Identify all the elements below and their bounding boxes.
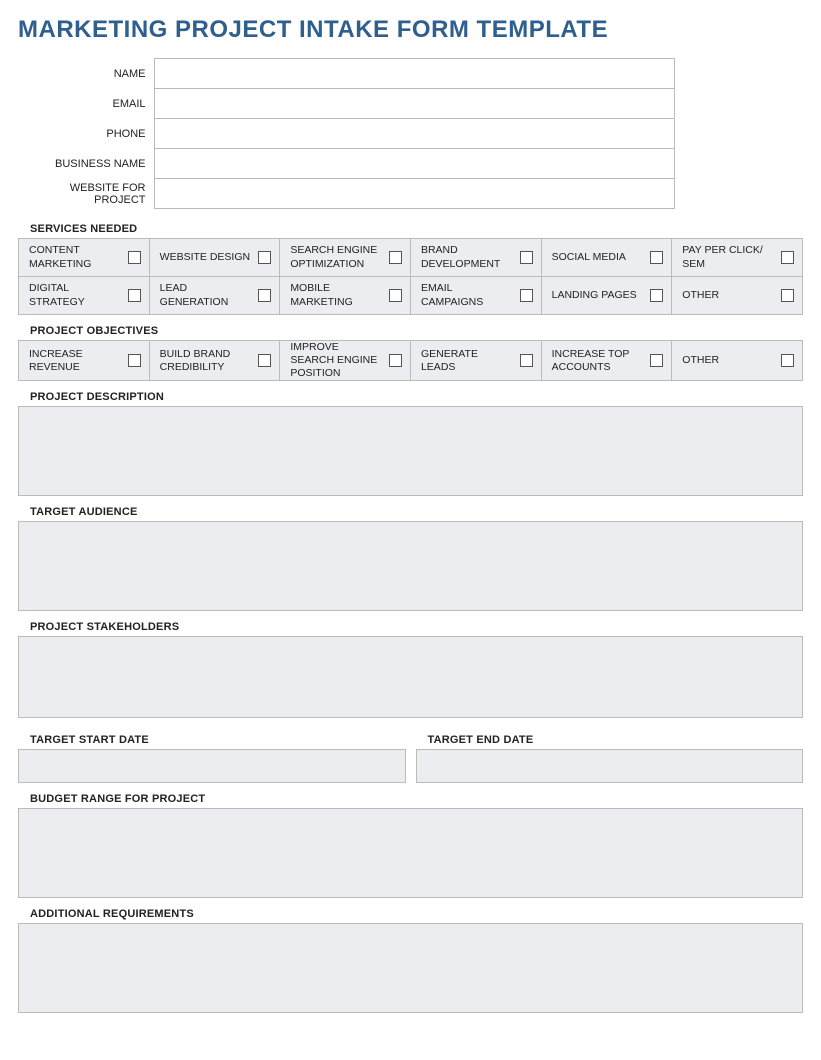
objective-cell: INCREASE REVENUE bbox=[19, 341, 150, 381]
checkbox[interactable] bbox=[520, 251, 533, 264]
services-heading: SERVICES NEEDED bbox=[30, 223, 803, 235]
checkbox[interactable] bbox=[128, 354, 141, 367]
checkbox[interactable] bbox=[520, 289, 533, 302]
services-grid: CONTENT MARKETING WEBSITE DESIGN SEARCH … bbox=[18, 238, 803, 315]
checkbox[interactable] bbox=[389, 354, 402, 367]
input-website[interactable] bbox=[154, 179, 674, 209]
objective-label: GENERATE LEADS bbox=[421, 348, 514, 374]
spacer bbox=[674, 59, 803, 89]
objective-label: INCREASE TOP ACCOUNTS bbox=[552, 348, 645, 374]
service-label: PAY PER CLICK/ SEM bbox=[682, 244, 775, 270]
service-cell: LANDING PAGES bbox=[541, 277, 672, 315]
service-label: DIGITAL STRATEGY bbox=[29, 282, 122, 308]
input-phone[interactable] bbox=[154, 119, 674, 149]
checkbox[interactable] bbox=[128, 251, 141, 264]
service-cell: MOBILE MARKETING bbox=[280, 277, 411, 315]
checkbox[interactable] bbox=[650, 289, 663, 302]
checkbox[interactable] bbox=[781, 354, 794, 367]
spacer bbox=[674, 179, 803, 209]
budget-input[interactable] bbox=[18, 808, 803, 898]
service-cell: PAY PER CLICK/ SEM bbox=[672, 239, 803, 277]
checkbox[interactable] bbox=[258, 251, 271, 264]
objective-label: BUILD BRAND CREDIBILITY bbox=[160, 348, 253, 374]
input-email[interactable] bbox=[154, 89, 674, 119]
info-table: NAME EMAIL PHONE BUSINESS NAME WEBSITE F… bbox=[18, 58, 803, 209]
service-label: WEBSITE DESIGN bbox=[160, 251, 250, 264]
objective-cell: INCREASE TOP ACCOUNTS bbox=[541, 341, 672, 381]
label-name: NAME bbox=[18, 59, 154, 89]
service-label: OTHER bbox=[682, 289, 719, 302]
spacer bbox=[674, 119, 803, 149]
page-title: MARKETING PROJECT INTAKE FORM TEMPLATE bbox=[18, 16, 803, 44]
label-phone: PHONE bbox=[18, 119, 154, 149]
start-date-input[interactable] bbox=[18, 749, 406, 783]
objective-cell: BUILD BRAND CREDIBILITY bbox=[149, 341, 280, 381]
budget-heading: BUDGET RANGE FOR PROJECT bbox=[30, 793, 803, 805]
service-label: SOCIAL MEDIA bbox=[552, 251, 626, 264]
checkbox[interactable] bbox=[258, 289, 271, 302]
service-cell: LEAD GENERATION bbox=[149, 277, 280, 315]
service-cell: DIGITAL STRATEGY bbox=[19, 277, 150, 315]
service-label: EMAIL CAMPAIGNS bbox=[421, 282, 514, 308]
date-row: TARGET START DATE TARGET END DATE bbox=[18, 728, 803, 783]
end-date-input[interactable] bbox=[416, 749, 804, 783]
checkbox[interactable] bbox=[128, 289, 141, 302]
service-cell: SOCIAL MEDIA bbox=[541, 239, 672, 277]
service-cell: CONTENT MARKETING bbox=[19, 239, 150, 277]
objective-cell: GENERATE LEADS bbox=[410, 341, 541, 381]
checkbox[interactable] bbox=[781, 251, 794, 264]
service-cell: OTHER bbox=[672, 277, 803, 315]
checkbox[interactable] bbox=[650, 354, 663, 367]
audience-input[interactable] bbox=[18, 521, 803, 611]
checkbox[interactable] bbox=[781, 289, 794, 302]
spacer bbox=[674, 89, 803, 119]
checkbox[interactable] bbox=[258, 354, 271, 367]
service-label: MOBILE MARKETING bbox=[290, 282, 383, 308]
label-email: EMAIL bbox=[18, 89, 154, 119]
additional-input[interactable] bbox=[18, 923, 803, 1013]
input-name[interactable] bbox=[154, 59, 674, 89]
service-label: SEARCH ENGINE OPTIMIZATION bbox=[290, 244, 383, 270]
start-date-heading: TARGET START DATE bbox=[30, 734, 406, 746]
service-label: LANDING PAGES bbox=[552, 289, 637, 302]
checkbox[interactable] bbox=[389, 251, 402, 264]
checkbox[interactable] bbox=[520, 354, 533, 367]
objectives-grid: INCREASE REVENUE BUILD BRAND CREDIBILITY… bbox=[18, 340, 803, 381]
label-website: WEBSITE FOR PROJECT bbox=[18, 179, 154, 209]
checkbox[interactable] bbox=[389, 289, 402, 302]
input-business-name[interactable] bbox=[154, 149, 674, 179]
end-date-heading: TARGET END DATE bbox=[428, 734, 804, 746]
service-cell: WEBSITE DESIGN bbox=[149, 239, 280, 277]
objective-cell: OTHER bbox=[672, 341, 803, 381]
service-cell: BRAND DEVELOPMENT bbox=[410, 239, 541, 277]
objectives-heading: PROJECT OBJECTIVES bbox=[30, 325, 803, 337]
service-cell: EMAIL CAMPAIGNS bbox=[410, 277, 541, 315]
description-input[interactable] bbox=[18, 406, 803, 496]
additional-heading: ADDITIONAL REQUIREMENTS bbox=[30, 908, 803, 920]
service-label: BRAND DEVELOPMENT bbox=[421, 244, 514, 270]
objective-cell: IMPROVE SEARCH ENGINE POSITION bbox=[280, 341, 411, 381]
stakeholders-input[interactable] bbox=[18, 636, 803, 718]
service-label: LEAD GENERATION bbox=[160, 282, 253, 308]
audience-heading: TARGET AUDIENCE bbox=[30, 506, 803, 518]
label-business-name: BUSINESS NAME bbox=[18, 149, 154, 179]
checkbox[interactable] bbox=[650, 251, 663, 264]
service-label: CONTENT MARKETING bbox=[29, 244, 122, 270]
objective-label: OTHER bbox=[682, 354, 719, 367]
objective-label: IMPROVE SEARCH ENGINE POSITION bbox=[290, 341, 383, 380]
service-cell: SEARCH ENGINE OPTIMIZATION bbox=[280, 239, 411, 277]
description-heading: PROJECT DESCRIPTION bbox=[30, 391, 803, 403]
stakeholders-heading: PROJECT STAKEHOLDERS bbox=[30, 621, 803, 633]
spacer bbox=[674, 149, 803, 179]
objective-label: INCREASE REVENUE bbox=[29, 348, 122, 374]
